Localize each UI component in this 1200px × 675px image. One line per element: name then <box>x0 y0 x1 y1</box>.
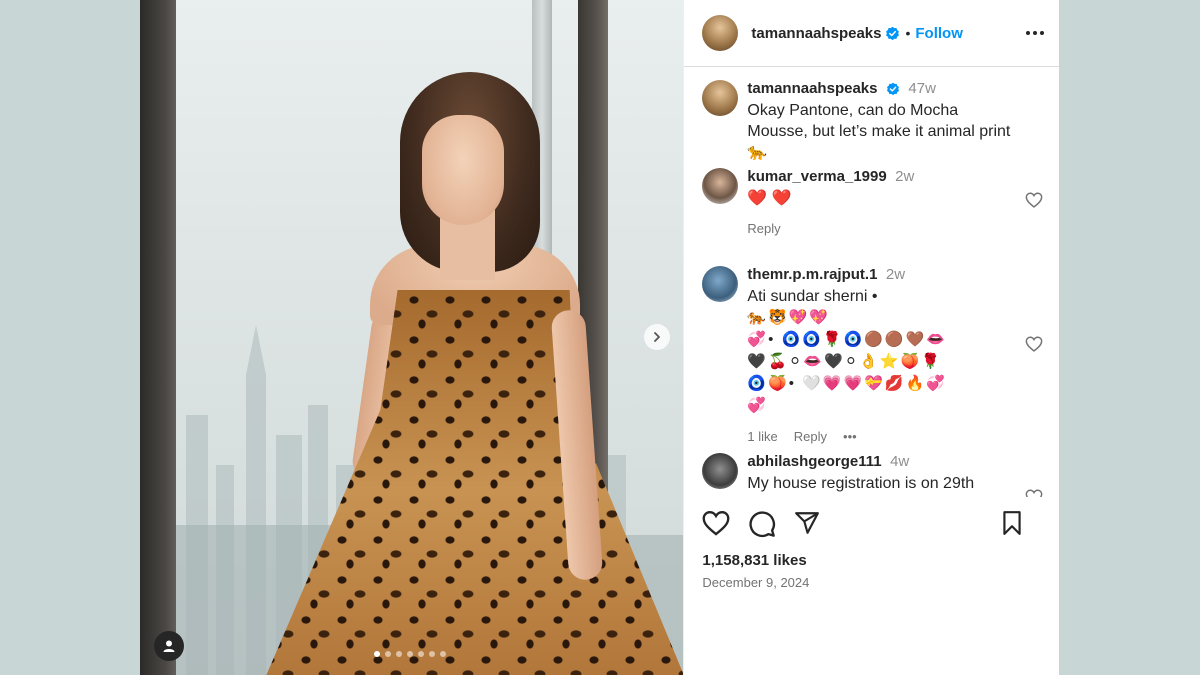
chevron-right-icon <box>654 332 660 342</box>
reply-button[interactable]: Reply <box>794 429 827 444</box>
comment-username[interactable]: kumar_verma_1999 <box>747 168 886 185</box>
post-photo[interactable] <box>140 0 684 675</box>
post-sidebar: tamannaahspeaks • Follow tamannaahspeaks… <box>683 0 1059 675</box>
author-username[interactable]: tamannaahspeaks <box>751 25 881 42</box>
commenter-avatar[interactable] <box>702 453 739 489</box>
author-avatar[interactable] <box>702 15 739 51</box>
window-frame <box>140 0 176 675</box>
caption-time[interactable]: 47w <box>908 80 936 97</box>
comments-list[interactable]: tamannaahspeaks 47w Okay Pantone, can do… <box>684 67 1059 497</box>
commenter-avatar[interactable] <box>702 266 739 302</box>
carousel-dot <box>418 651 424 657</box>
emoji-line: 💞 <box>747 397 769 414</box>
emoji-line: 🐅🐯💖💖 <box>747 309 831 326</box>
comment-likes-count[interactable]: 1 like <box>747 429 777 444</box>
emoji-line: 🧿🍑• 🤍💗💗💝💋🔥💞 <box>747 375 947 392</box>
separator-dot: • <box>905 25 911 41</box>
comment-time[interactable]: 2w <box>886 266 905 283</box>
caption-username[interactable]: tamannaahspeaks <box>747 80 877 97</box>
follow-button[interactable]: Follow <box>915 25 963 42</box>
author-avatar[interactable] <box>702 80 739 116</box>
like-comment-heart-icon[interactable] <box>1025 336 1043 352</box>
likes-count[interactable]: 1,158,831 likes <box>702 552 806 569</box>
comment-time[interactable]: 2w <box>895 168 914 185</box>
caption-text: Okay Pantone, can do Mocha Mousse, but l… <box>747 102 1011 161</box>
carousel-dot <box>374 651 380 657</box>
user-icon <box>163 640 175 652</box>
emoji-line: 🖤🍒⚪👄🖤⚪👌⭐🍑🌹 <box>747 353 942 370</box>
comment-username[interactable]: abhilashgeorge111 <box>747 453 881 470</box>
tagged-users-button[interactable] <box>154 631 184 661</box>
share-paper-plane-icon[interactable] <box>793 510 821 536</box>
like-heart-icon[interactable] <box>702 510 730 536</box>
comment-text: My house registration is on 29th <box>747 475 975 492</box>
carousel-dot <box>440 651 446 657</box>
comment-bubble-icon[interactable] <box>748 510 776 538</box>
like-comment-heart-icon[interactable] <box>1025 192 1043 208</box>
commenter-avatar[interactable] <box>702 168 739 204</box>
carousel-next-button[interactable] <box>644 324 670 350</box>
verified-badge-icon <box>886 82 900 96</box>
instagram-post: tamannaahspeaks • Follow tamannaahspeaks… <box>140 0 1059 675</box>
post-header: tamannaahspeaks • Follow <box>684 0 1059 67</box>
model-figure <box>260 60 684 675</box>
more-options-icon[interactable] <box>1025 30 1045 36</box>
verified-badge-icon <box>885 26 900 41</box>
post-actions <box>702 510 1042 540</box>
reply-button[interactable]: Reply <box>747 221 780 236</box>
carousel-dot <box>429 651 435 657</box>
emoji-line: 💞• 🧿🧿🌹🧿🟤🟤🤎👄 <box>747 331 947 348</box>
comment-text: ❤️ ❤️ <box>747 190 792 207</box>
comment-text: Ati sundar sherni • <box>747 288 878 305</box>
carousel-dot <box>407 651 413 657</box>
comment-meta: Reply <box>747 221 1019 236</box>
comment-time[interactable]: 4w <box>890 453 909 470</box>
post-date[interactable]: December 9, 2024 <box>702 575 809 590</box>
carousel-indicator <box>374 651 446 657</box>
save-bookmark-icon[interactable] <box>1000 510 1024 536</box>
like-comment-heart-icon[interactable] <box>1025 489 1043 497</box>
carousel-dot <box>385 651 391 657</box>
comment-meta: 1 like Reply ••• <box>747 429 1019 444</box>
carousel-dot <box>396 651 402 657</box>
comment-more-options[interactable]: ••• <box>843 429 857 444</box>
comment-username[interactable]: themr.p.m.rajput.1 <box>747 266 877 283</box>
